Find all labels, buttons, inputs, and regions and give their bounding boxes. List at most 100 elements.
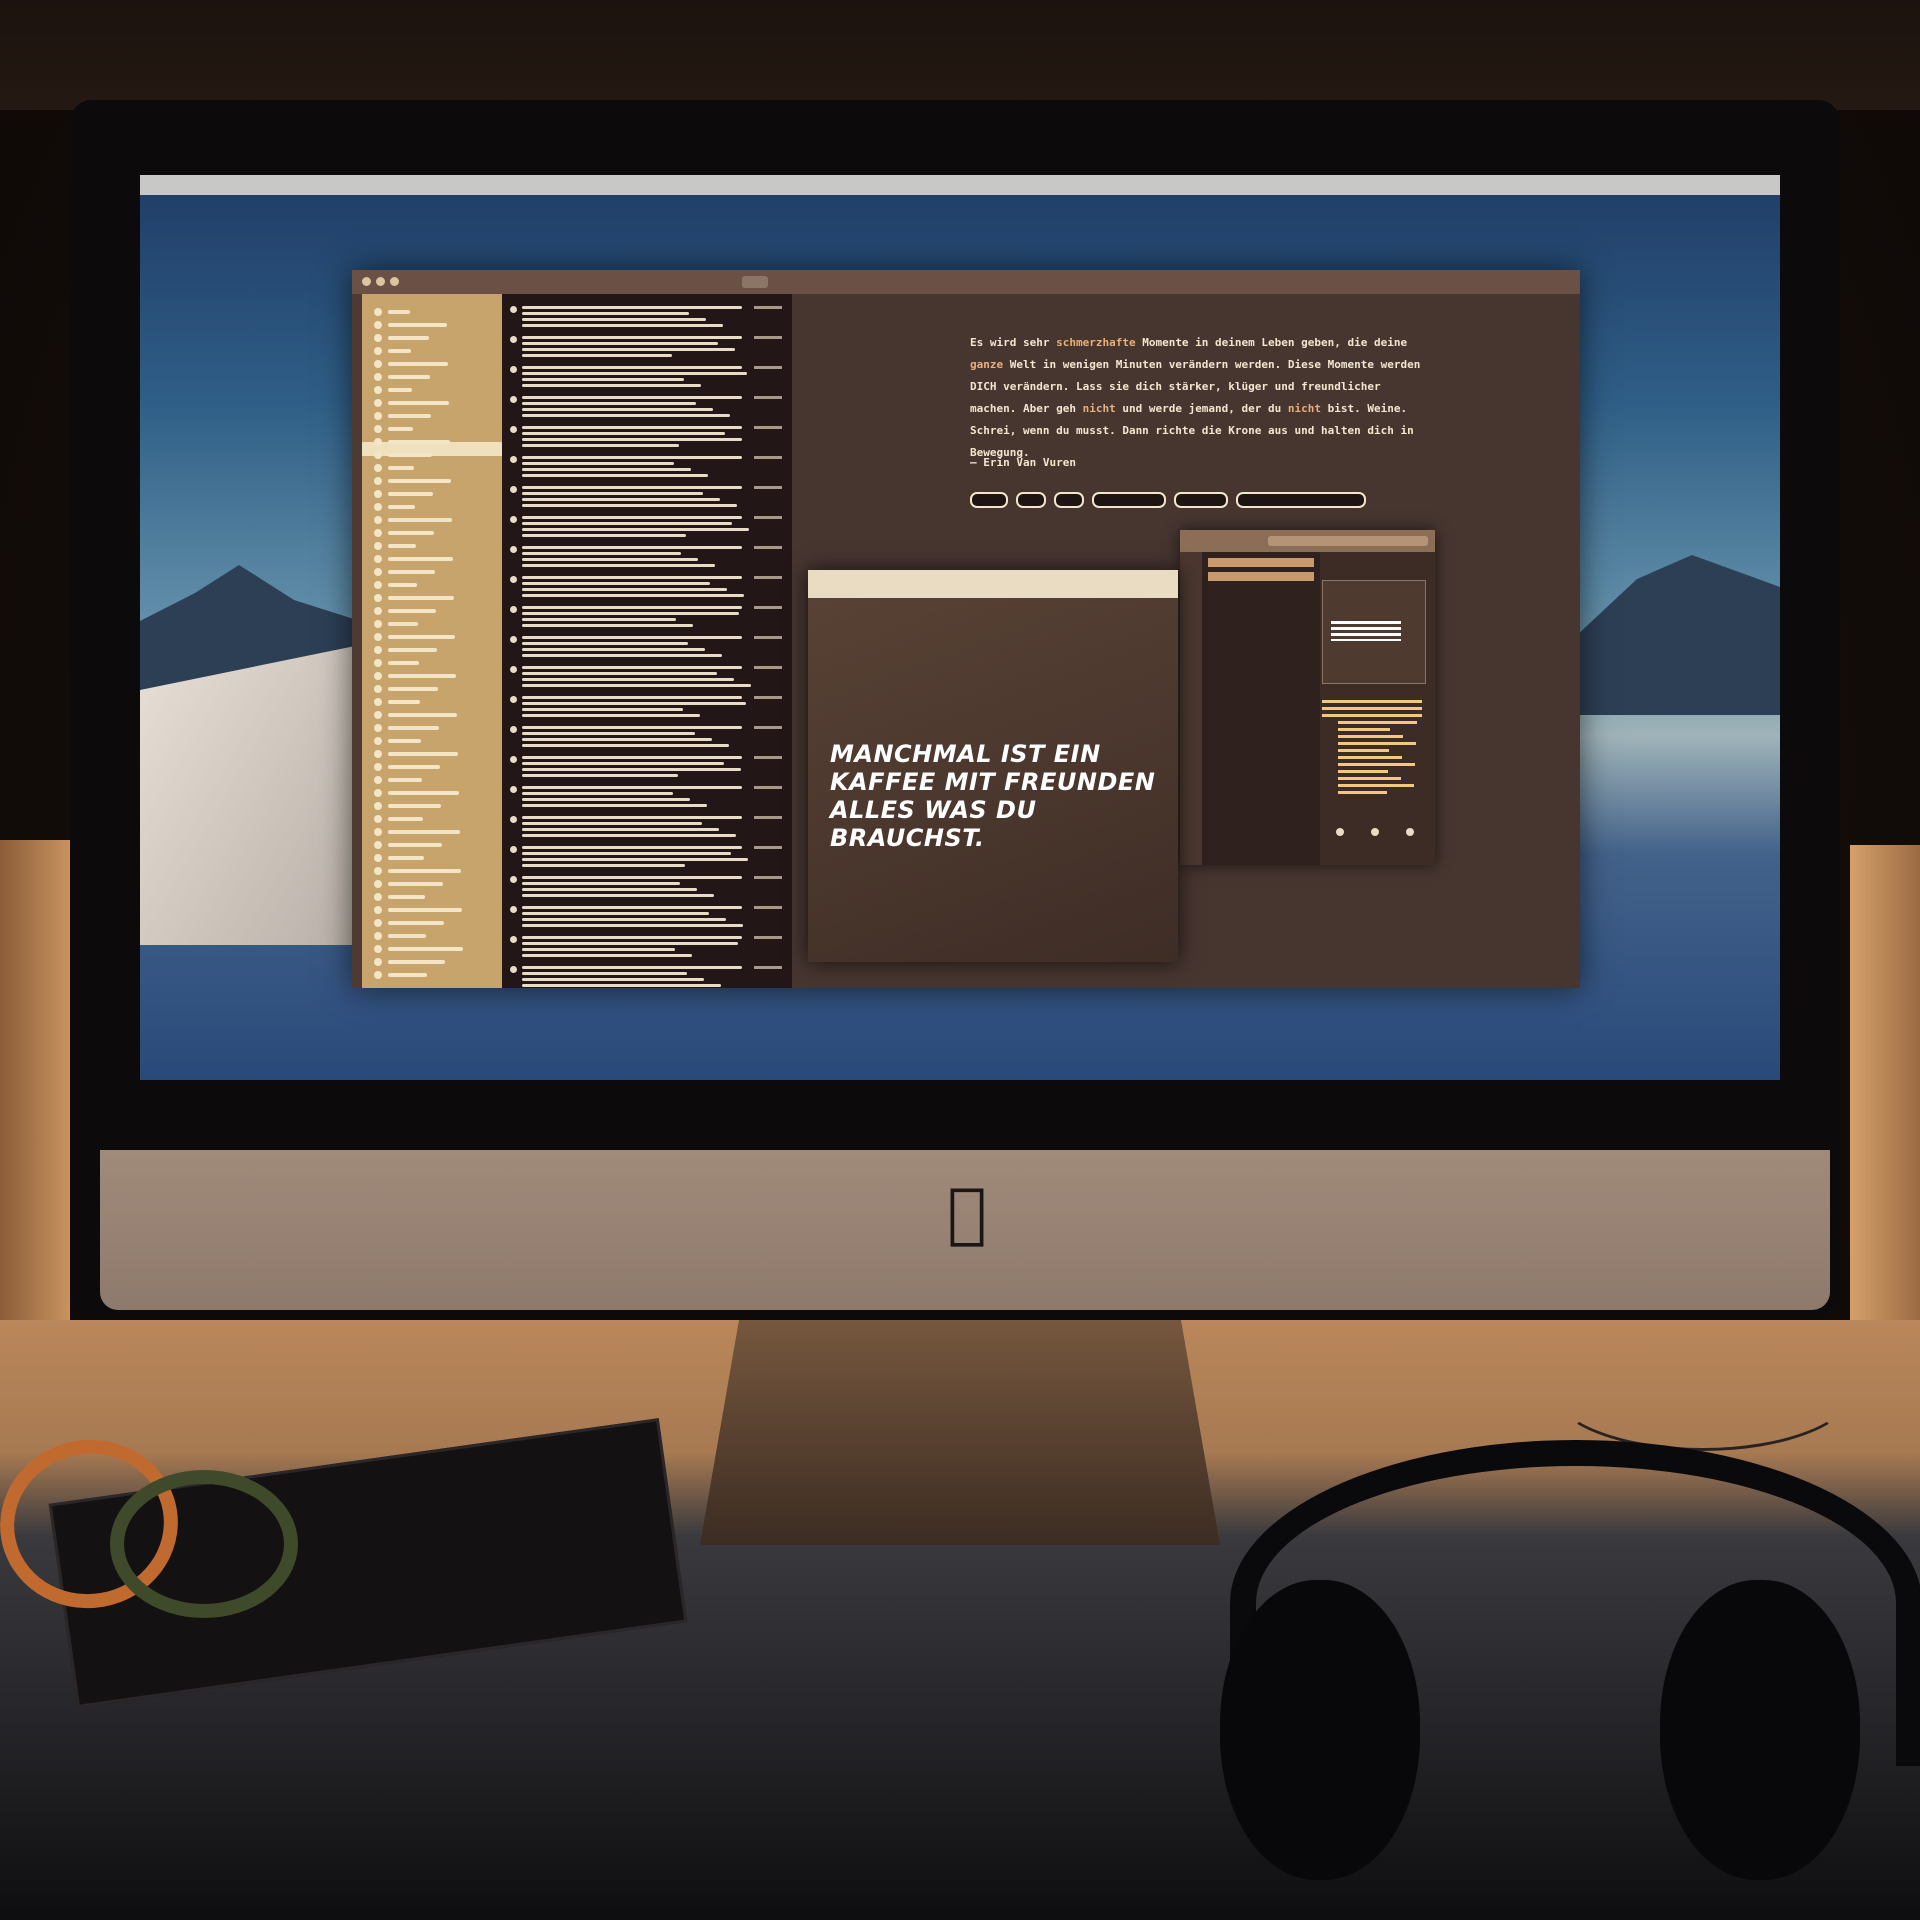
sidebar-item[interactable] [374, 685, 438, 693]
photo-library-window[interactable] [1180, 530, 1435, 865]
sidebar-item[interactable] [374, 412, 431, 420]
sidebar-item[interactable] [374, 802, 441, 810]
note-list-item[interactable] [510, 784, 784, 810]
sidebar-item[interactable] [374, 373, 430, 381]
sidebar-item[interactable] [374, 438, 450, 446]
sidebar-item[interactable] [374, 594, 454, 602]
sidebar-item[interactable] [374, 321, 447, 329]
sidebar-item[interactable] [374, 698, 420, 706]
note-tag[interactable] [1236, 492, 1366, 508]
note-preview-line [522, 966, 742, 969]
note-list-item[interactable] [510, 844, 784, 870]
sidebar-item[interactable] [374, 555, 453, 563]
note-list-item[interactable] [510, 394, 784, 420]
sidebar-item[interactable] [374, 503, 415, 511]
note-tag[interactable] [1174, 492, 1228, 508]
note-icon [510, 756, 517, 763]
sidebar-item[interactable] [374, 659, 419, 667]
sidebar-item[interactable] [374, 464, 414, 472]
note-list-item[interactable] [510, 634, 784, 660]
note-list-item[interactable] [510, 754, 784, 780]
sidebar-item[interactable] [374, 737, 421, 745]
sidebar-item[interactable] [374, 672, 456, 680]
note-list-item[interactable] [510, 814, 784, 840]
sidebar-item[interactable] [374, 880, 443, 888]
sidebar-item[interactable] [374, 633, 455, 641]
note-list-item[interactable] [510, 724, 784, 750]
note-list-item[interactable] [510, 484, 784, 510]
note-tag[interactable] [1016, 492, 1046, 508]
note-list-item[interactable] [510, 424, 784, 450]
note-list-item[interactable] [510, 454, 784, 480]
sidebar-item[interactable] [374, 750, 458, 758]
note-tag[interactable] [1092, 492, 1166, 508]
note-list-item[interactable] [510, 544, 784, 570]
sidebar-item[interactable] [374, 958, 445, 966]
sidebar-item[interactable] [374, 581, 417, 589]
sidebar-item[interactable] [374, 893, 425, 901]
share-icon[interactable] [1335, 828, 1344, 836]
sidebar-item[interactable] [374, 906, 462, 914]
sidebar-item[interactable] [374, 607, 436, 615]
sidebar-item[interactable] [374, 425, 413, 433]
sidebar-item[interactable] [374, 841, 442, 849]
library-row[interactable] [1208, 572, 1314, 581]
note-list-item[interactable] [510, 514, 784, 540]
sidebar-item[interactable] [374, 529, 434, 537]
notes-titlebar[interactable] [352, 270, 1580, 294]
note-list-item[interactable] [510, 964, 784, 988]
sidebar-item[interactable] [374, 945, 463, 953]
sidebar-item[interactable] [374, 815, 423, 823]
sidebar-item[interactable] [374, 334, 429, 342]
sidebar-item[interactable] [374, 360, 448, 368]
preview-titlebar[interactable] [808, 570, 1178, 598]
image-preview-window[interactable]: MANCHMAL IST EIN KAFFEE MIT FREUNDEN ALL… [808, 570, 1178, 962]
note-list-item[interactable] [510, 304, 784, 330]
note-tag[interactable] [1054, 492, 1084, 508]
sidebar-item[interactable] [374, 516, 452, 524]
sidebar-item[interactable] [374, 542, 416, 550]
sidebar-item[interactable] [374, 399, 449, 407]
edit-icon[interactable] [1406, 828, 1415, 836]
info-icon[interactable] [1370, 828, 1379, 836]
library-titlebar[interactable] [1180, 530, 1435, 552]
sidebar-item[interactable] [374, 919, 444, 927]
note-list-item[interactable] [510, 874, 784, 900]
sidebar-item[interactable] [374, 490, 433, 498]
note-list-item[interactable] [510, 574, 784, 600]
close-window-icon[interactable] [362, 277, 371, 286]
sidebar-item[interactable] [374, 711, 457, 719]
sidebar-item[interactable] [374, 776, 422, 784]
sidebar-item[interactable] [374, 308, 410, 316]
note-list-item[interactable] [510, 934, 784, 960]
sidebar-item[interactable] [374, 971, 427, 979]
sidebar-item[interactable] [374, 932, 426, 940]
sidebar-item[interactable] [374, 789, 459, 797]
library-thumbnail[interactable] [1322, 580, 1426, 684]
note-list-item[interactable] [510, 334, 784, 360]
library-row[interactable] [1208, 558, 1314, 567]
sidebar-item[interactable] [374, 386, 412, 394]
note-list-item[interactable] [510, 694, 784, 720]
sidebar-item[interactable] [374, 347, 411, 355]
sidebar-item[interactable] [374, 568, 435, 576]
tag-icon [374, 633, 382, 641]
sidebar-item[interactable] [374, 451, 432, 459]
note-list-item[interactable] [510, 604, 784, 630]
sidebar-item[interactable] [374, 763, 440, 771]
sidebar-item[interactable] [374, 477, 451, 485]
note-list-item[interactable] [510, 904, 784, 930]
note-list-item[interactable] [510, 364, 784, 390]
search-icon[interactable] [742, 276, 768, 288]
sidebar-item[interactable] [374, 854, 424, 862]
sidebar-item[interactable] [374, 724, 439, 732]
note-tag[interactable] [970, 492, 1008, 508]
sidebar-item[interactable] [374, 646, 437, 654]
note-list-item[interactable] [510, 664, 784, 690]
minimize-window-icon[interactable] [376, 277, 385, 286]
sidebar-item[interactable] [374, 620, 418, 628]
library-search-field[interactable] [1268, 536, 1428, 546]
zoom-window-icon[interactable] [390, 277, 399, 286]
sidebar-item[interactable] [374, 828, 460, 836]
sidebar-item[interactable] [374, 867, 461, 875]
